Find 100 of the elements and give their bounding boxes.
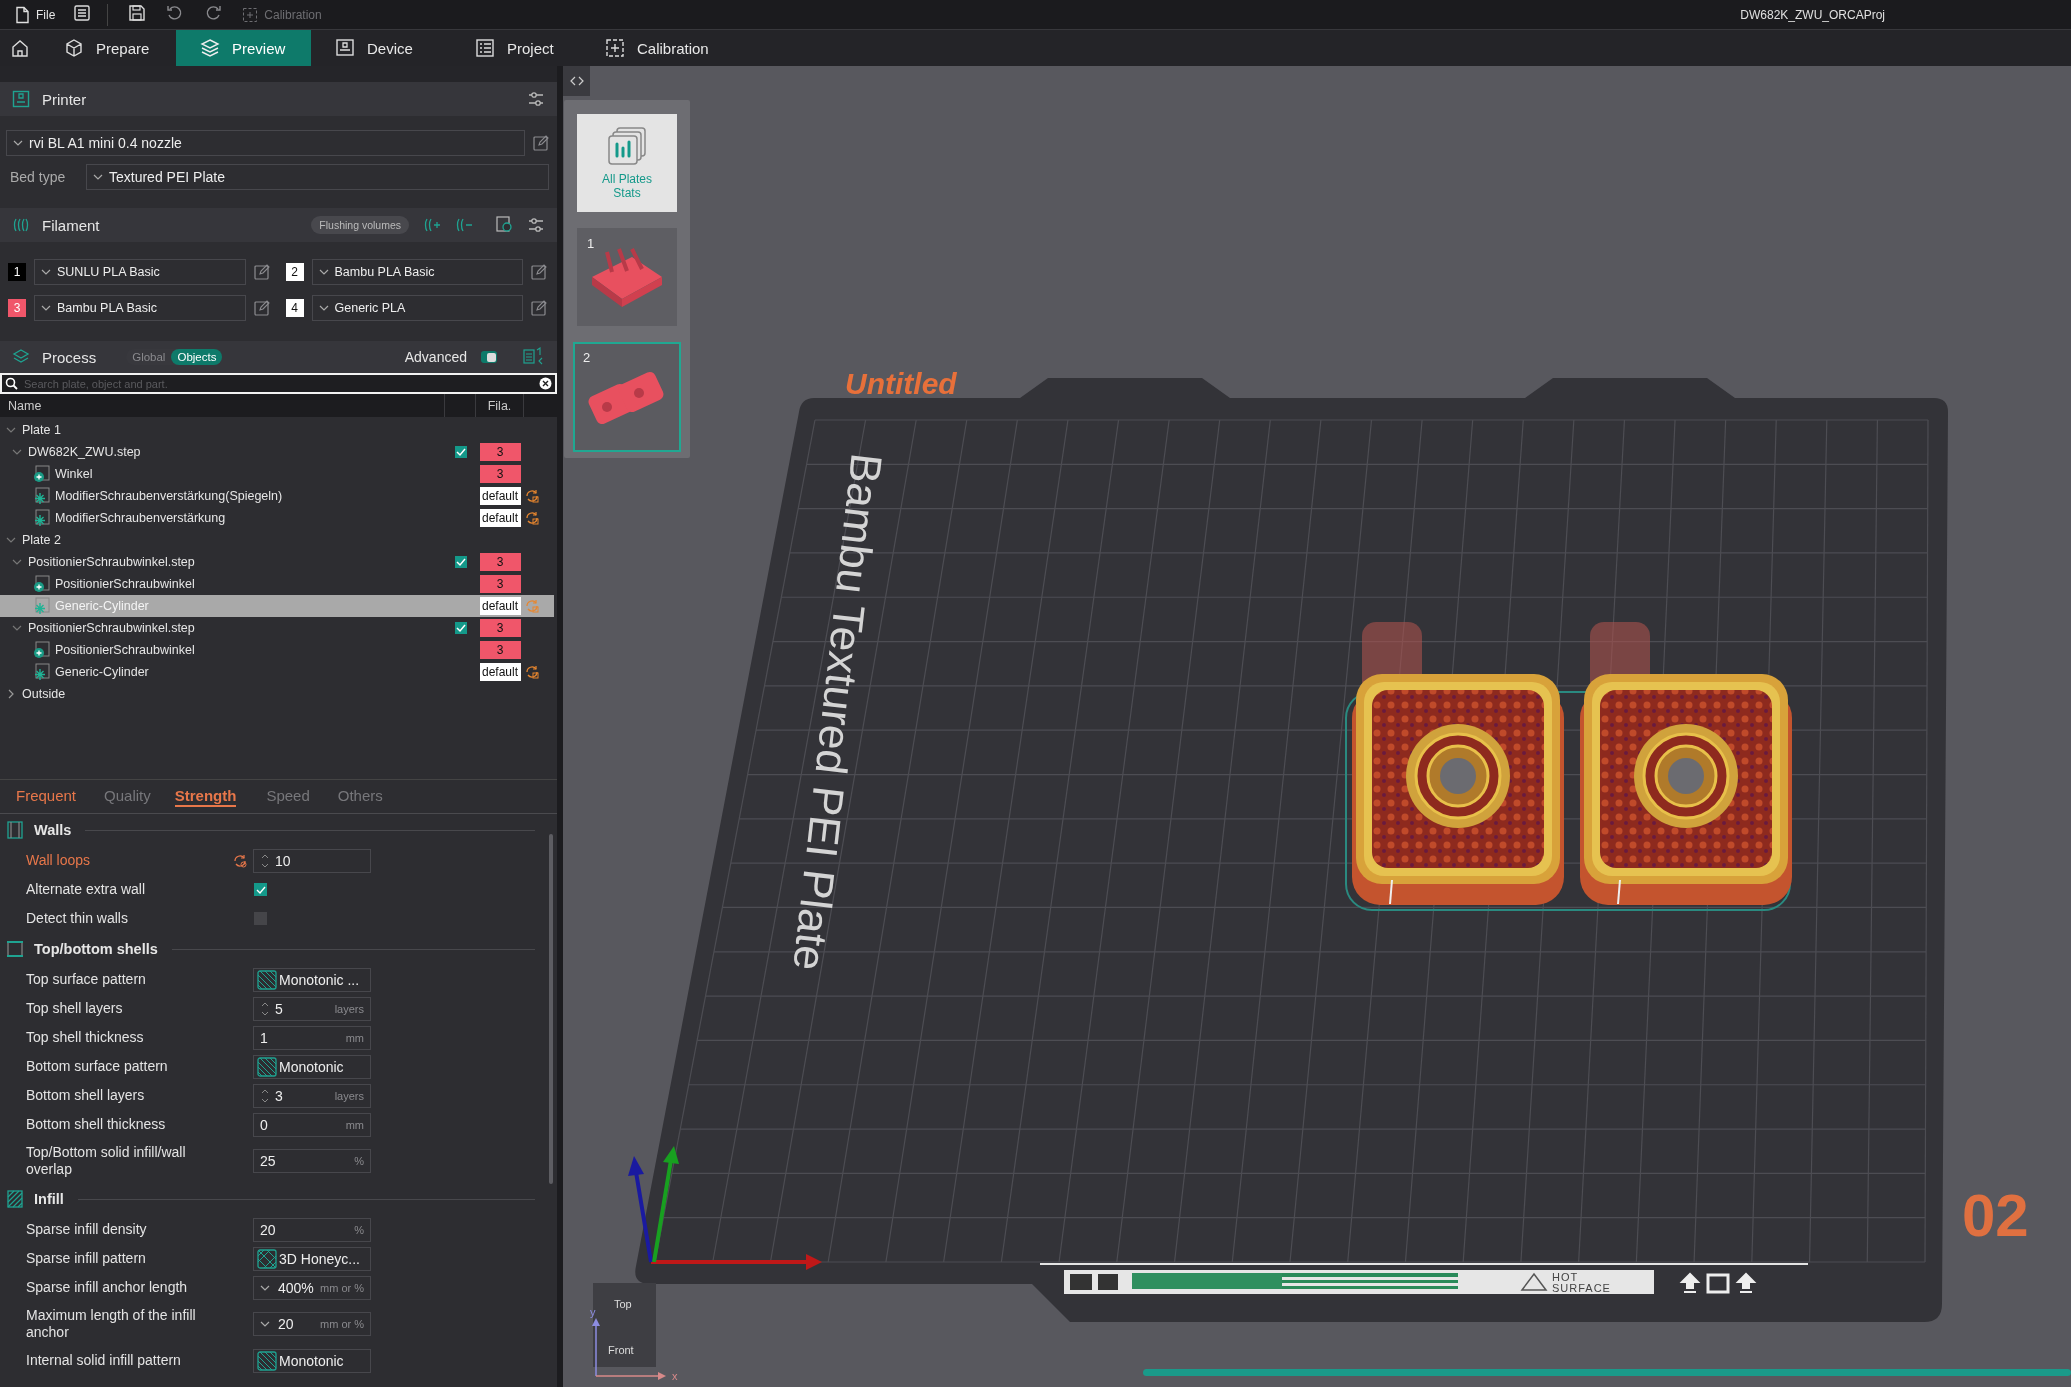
settings-change-icon[interactable] bbox=[524, 488, 540, 504]
filament-number[interactable]: 2 bbox=[285, 263, 304, 281]
printer-settings-icon[interactable] bbox=[527, 90, 545, 108]
search-input[interactable]: Search plate, object and part. bbox=[24, 377, 533, 390]
checkbox[interactable] bbox=[454, 446, 467, 458]
file-menu[interactable]: File bbox=[10, 2, 60, 27]
tree-row[interactable]: Generic-Cylinder default bbox=[0, 661, 554, 683]
part-name: PositionierSchraubwinkel bbox=[55, 643, 195, 657]
edit-icon[interactable] bbox=[533, 135, 549, 151]
filament-select[interactable]: Bambu PLA Basic bbox=[311, 259, 523, 285]
caret-icon[interactable] bbox=[6, 425, 16, 435]
bed-type-select[interactable]: Textured PEI Plate bbox=[86, 164, 549, 190]
edit-icon[interactable] bbox=[531, 300, 547, 316]
tree-row[interactable]: Generic-Cylinder default bbox=[0, 595, 554, 617]
compare-icon[interactable] bbox=[523, 346, 545, 365]
caret-icon[interactable] bbox=[6, 535, 16, 545]
section-title: Process bbox=[42, 348, 97, 366]
edit-icon[interactable] bbox=[253, 264, 270, 280]
filament-cell[interactable]: default bbox=[479, 509, 521, 527]
plate-name: Untitled bbox=[845, 367, 957, 400]
settings-tab[interactable]: Strength bbox=[174, 780, 237, 807]
pattern-select[interactable]: Monotonic ... bbox=[253, 967, 371, 992]
number-field[interactable]: 25 % bbox=[253, 1149, 371, 1173]
pattern-select[interactable]: Monotonic bbox=[253, 1348, 371, 1373]
toggle-switch[interactable] bbox=[481, 351, 497, 363]
tree-row[interactable]: ModifierSchraubenverstärkung(Spiegeln) default bbox=[0, 485, 554, 507]
combo-field[interactable]: 20 mm or % bbox=[253, 1312, 371, 1336]
tree-row[interactable]: Plate 1 bbox=[0, 419, 554, 441]
checkbox[interactable] bbox=[454, 622, 467, 634]
tree-row[interactable]: ModifierSchraubenverstärkung default bbox=[0, 507, 554, 529]
arrow-up-icon bbox=[1681, 1272, 1701, 1293]
redo-icon[interactable] bbox=[204, 4, 223, 22]
nav-tab[interactable]: Preview bbox=[176, 30, 311, 66]
filament-cell[interactable]: 3 bbox=[479, 465, 521, 483]
number-field[interactable]: 20 % bbox=[253, 1217, 371, 1242]
number-field[interactable]: 0 mm bbox=[253, 1112, 371, 1137]
nav-tab[interactable]: Prepare bbox=[40, 30, 176, 66]
line-pattern-icon bbox=[257, 1350, 277, 1371]
filament-select[interactable]: SUNLU PLA Basic bbox=[34, 259, 246, 285]
tree-row[interactable]: PositionierSchraubwinkel.step 3 bbox=[0, 551, 554, 573]
tree-row[interactable]: PositionierSchraubwinkel 3 bbox=[0, 639, 554, 661]
shells-icon bbox=[6, 939, 24, 959]
tree-row[interactable]: PositionierSchraubwinkel 3 bbox=[0, 573, 554, 595]
filament-cell[interactable]: 3 bbox=[479, 575, 521, 593]
reset-icon[interactable] bbox=[232, 852, 248, 869]
clear-icon[interactable] bbox=[539, 377, 552, 390]
tree-row[interactable]: Plate 2 bbox=[0, 529, 554, 551]
plate-thumbnail[interactable]: 2 bbox=[573, 342, 681, 452]
filament-cell[interactable]: 3 bbox=[479, 641, 521, 659]
number-field[interactable]: 10 bbox=[253, 848, 371, 873]
settings-change-icon[interactable] bbox=[524, 664, 540, 680]
number-field[interactable]: 3 layers bbox=[253, 1083, 371, 1108]
document-icon[interactable] bbox=[73, 4, 92, 22]
save-icon[interactable] bbox=[128, 4, 147, 22]
checkbox[interactable] bbox=[454, 556, 467, 568]
caret-icon[interactable] bbox=[12, 447, 22, 457]
printer-select[interactable]: rvi BL A1 mini 0.4 nozzle bbox=[6, 130, 525, 156]
filament-cell[interactable]: default bbox=[479, 663, 521, 681]
caret-icon[interactable] bbox=[12, 623, 22, 633]
filament-cell[interactable]: default bbox=[479, 597, 521, 615]
tree-row[interactable]: DW682K_ZWU.step 3 bbox=[0, 441, 554, 463]
caret-icon[interactable] bbox=[12, 557, 22, 567]
tree-row[interactable]: Winkel 3 bbox=[0, 463, 554, 485]
filament-cell[interactable]: 3 bbox=[479, 443, 521, 461]
add-filament-icon[interactable] bbox=[423, 216, 441, 234]
filament-select[interactable]: Generic PLA bbox=[311, 295, 523, 321]
plate-thumbnail[interactable]: 1 bbox=[577, 228, 677, 326]
nav-tab[interactable]: Project bbox=[451, 30, 581, 66]
settings-tab[interactable]: Frequent bbox=[16, 780, 77, 807]
filament-number[interactable]: 4 bbox=[285, 299, 304, 317]
number-field[interactable]: 5 layers bbox=[253, 996, 371, 1021]
mode-toggle[interactable]: Objects bbox=[171, 349, 223, 365]
collapse-button[interactable] bbox=[563, 66, 590, 96]
number-field[interactable]: 1 mm bbox=[253, 1025, 371, 1050]
settings-change-icon[interactable] bbox=[524, 510, 540, 526]
home-icon[interactable] bbox=[10, 38, 30, 58]
filament-cell[interactable]: 3 bbox=[479, 619, 521, 637]
search-field[interactable]: Search plate, object and part. bbox=[0, 373, 557, 394]
combo-field[interactable]: 400% mm or % bbox=[253, 1275, 371, 1300]
filament-number[interactable]: 1 bbox=[8, 263, 26, 281]
filament-select[interactable]: Bambu PLA Basic bbox=[34, 295, 246, 321]
pattern-select[interactable]: Monotonic bbox=[253, 1054, 371, 1079]
nav-tab[interactable]: Calibration bbox=[581, 30, 721, 66]
checkbox[interactable] bbox=[254, 883, 267, 896]
edit-icon[interactable] bbox=[531, 264, 547, 280]
tree-row[interactable]: Outside bbox=[0, 683, 554, 705]
flushing-volumes-button[interactable]: Flushing volumes bbox=[311, 216, 409, 234]
remove-filament-icon[interactable] bbox=[455, 216, 473, 234]
filament-cell[interactable]: default bbox=[479, 487, 521, 505]
caret-icon[interactable] bbox=[6, 689, 16, 699]
nav-tab[interactable]: Device bbox=[311, 30, 451, 66]
check-icon bbox=[454, 446, 467, 458]
checkbox[interactable] bbox=[254, 912, 267, 925]
scrollbar[interactable] bbox=[1143, 1369, 2071, 1376]
pattern-select[interactable]: 3D Honeyc... bbox=[253, 1246, 371, 1271]
tree-row[interactable]: PositionierSchraubwinkel.step 3 bbox=[0, 617, 554, 639]
edit-icon[interactable] bbox=[253, 300, 270, 316]
scrollbar[interactable] bbox=[549, 834, 553, 1184]
filament-cell[interactable]: 3 bbox=[479, 553, 521, 571]
filament-settings-icon[interactable] bbox=[527, 216, 545, 234]
